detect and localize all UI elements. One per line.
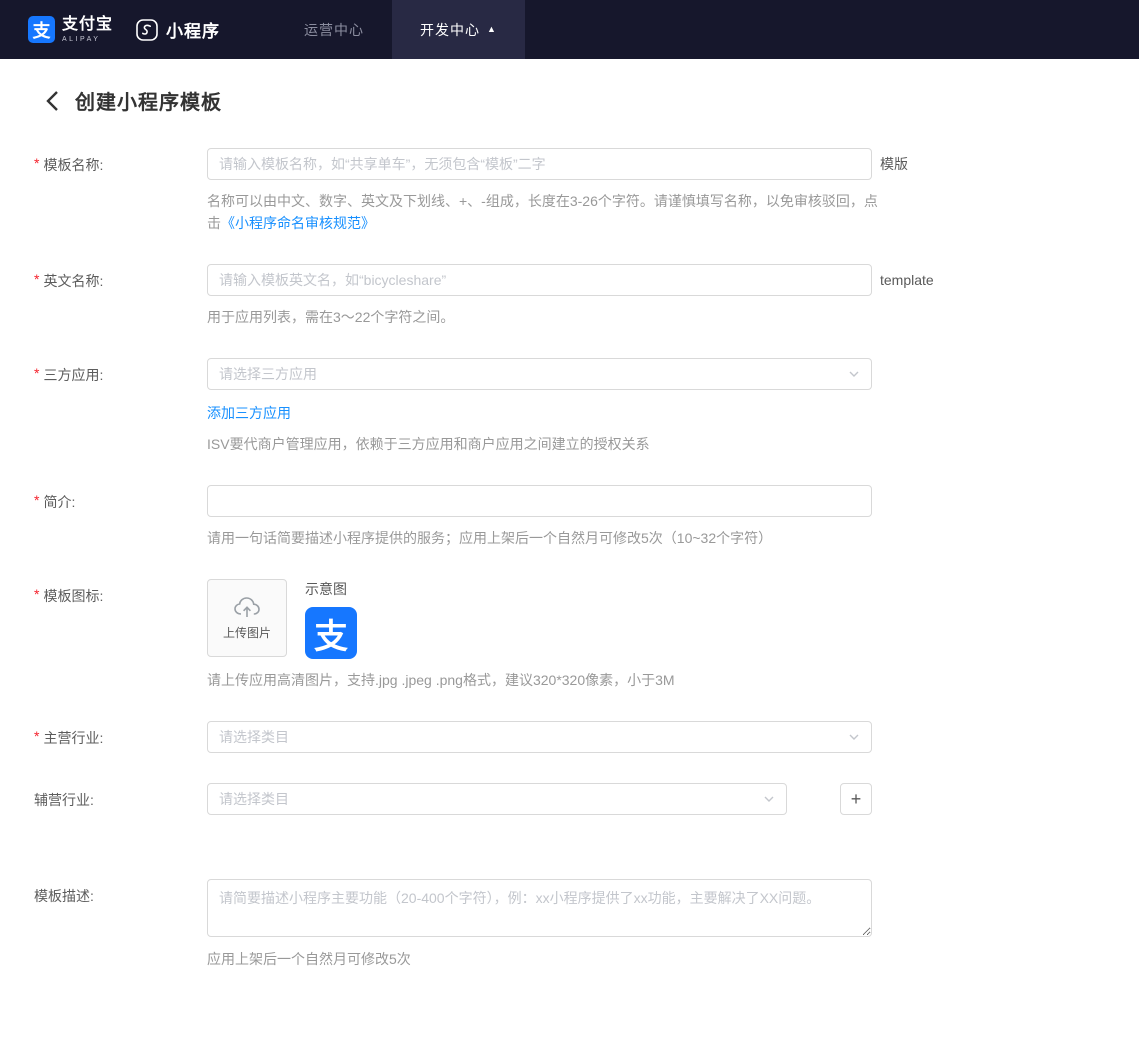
main-industry-select[interactable]: 请选择类目 — [207, 721, 872, 753]
secondary-industry-label: 辅营行业: — [34, 792, 94, 808]
alipay-wordmark-en: ALIPAY — [62, 35, 101, 43]
add-third-party-app-link[interactable]: 添加三方应用 — [207, 403, 291, 423]
form-row-english-name: * 英文名称: template 用于应用列表，需在3～22个字符之间。 — [34, 264, 1139, 328]
add-secondary-industry-button[interactable]: + — [840, 783, 872, 815]
caret-up-icon: ▲ — [487, 23, 497, 34]
template-name-input[interactable] — [207, 148, 872, 180]
english-name-input[interactable] — [207, 264, 872, 296]
brand-area: 支 支付宝 ALIPAY 小程序 — [0, 0, 220, 59]
form-row-main-industry: * 主营行业: 请选择类目 — [34, 721, 1139, 753]
alipay-logo-icon: 支 — [28, 16, 55, 43]
template-name-help: 名称可以由中文、数字、英文及下划线、+、-组成，长度在3-26个字符。请谨慎填写… — [207, 193, 878, 231]
chevron-down-icon — [848, 368, 860, 380]
required-mark: * — [34, 586, 40, 602]
chevron-down-icon — [763, 793, 775, 805]
nav-menu: 运营中心 开发中心 ▲ — [276, 0, 525, 59]
top-navbar: 支 支付宝 ALIPAY 小程序 运营中心 开发中心 ▲ — [0, 0, 1139, 59]
secondary-industry-select[interactable]: 请选择类目 — [207, 783, 787, 815]
miniprogram-logo-icon — [135, 18, 159, 42]
required-mark: * — [34, 365, 40, 381]
required-mark: * — [34, 492, 40, 508]
miniprogram-product-name: 小程序 — [166, 22, 221, 41]
back-icon[interactable] — [45, 90, 60, 112]
form-row-template-desc: 模板描述: 应用上架后一个自然月可修改5次 — [34, 879, 1139, 970]
nav-item-dev-center[interactable]: 开发中心 ▲ — [392, 0, 525, 59]
template-desc-label: 模板描述: — [34, 888, 94, 904]
required-mark: * — [34, 728, 40, 744]
main-industry-label: * 主营行业: — [34, 728, 104, 746]
template-name-label: * 模板名称: — [34, 155, 104, 173]
naming-rules-link[interactable]: 《小程序命名审核规范》 — [221, 215, 375, 231]
third-party-app-label: * 三方应用: — [34, 365, 104, 383]
alipay-wordmark: 支付宝 — [62, 15, 114, 33]
third-party-app-help: ISV要代商户管理应用，依赖于三方应用和商户应用之间建立的授权关系 — [207, 436, 650, 452]
third-party-app-select[interactable]: 请选择三方应用 — [207, 358, 872, 390]
form-row-template-icon: * 模板图标: 上传图片 示意图 支 请上传应用高清图片，支持.jpg .jpe… — [34, 579, 1139, 691]
english-name-help: 用于应用列表，需在3～22个字符之间。 — [207, 309, 455, 325]
form-row-template-name: * 模板名称: 模版 名称可以由中文、数字、英文及下划线、+、-组成，长度在3-… — [34, 148, 1139, 234]
page-title: 创建小程序模板 — [75, 92, 222, 114]
main-content: 创建小程序模板 * 模板名称: 模版 名称可以由中文、数字、英文及下划线、+、-… — [0, 59, 1139, 1040]
alipay-sample-icon: 支 — [305, 607, 357, 659]
upload-image-button[interactable]: 上传图片 — [207, 579, 287, 657]
chevron-down-icon — [848, 731, 860, 743]
page-header: 创建小程序模板 — [45, 86, 1139, 115]
nav-item-operations-center[interactable]: 运营中心 — [276, 0, 392, 59]
template-icon-help: 请上传应用高清图片，支持.jpg .jpeg .png格式，建议320*320像… — [207, 672, 675, 688]
miniprogram-logo: 小程序 — [135, 17, 220, 42]
sample-image-label: 示意图 — [305, 581, 347, 597]
intro-label: * 简介: — [34, 492, 76, 510]
intro-input[interactable] — [207, 485, 872, 517]
form-row-secondary-industry: 辅营行业: 请选择类目 + — [34, 783, 1139, 815]
english-name-suffix: template — [880, 272, 934, 288]
template-icon-label: * 模板图标: — [34, 586, 104, 604]
required-mark: * — [34, 271, 40, 287]
alipay-logo: 支 支付宝 ALIPAY — [28, 16, 113, 43]
intro-help: 请用一句话简要描述小程序提供的服务；应用上架后一个自然月可修改5次（10~32个… — [207, 530, 773, 546]
cloud-upload-icon — [232, 595, 262, 619]
form-row-third-party-app: * 三方应用: 请选择三方应用 添加三方应用 ISV要代商户管理应用，依赖于三方… — [34, 358, 1139, 455]
english-name-label: * 英文名称: — [34, 271, 104, 289]
template-desc-textarea[interactable] — [207, 879, 872, 937]
template-name-suffix: 模版 — [880, 156, 908, 172]
form-row-intro: * 简介: 请用一句话简要描述小程序提供的服务；应用上架后一个自然月可修改5次（… — [34, 485, 1139, 549]
required-mark: * — [34, 155, 40, 171]
template-desc-help: 应用上架后一个自然月可修改5次 — [207, 951, 411, 967]
